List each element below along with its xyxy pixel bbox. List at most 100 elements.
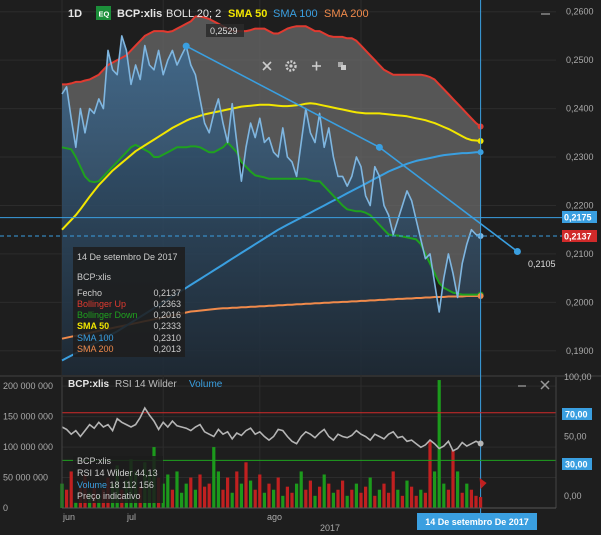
volume-bar xyxy=(262,492,266,508)
price-tooltip: 14 De setembro De 2017 BCP:xlis Fecho 0,2… xyxy=(73,247,185,357)
volume-bar xyxy=(446,489,450,508)
trendline-handle xyxy=(182,42,190,50)
volume-bar xyxy=(341,480,345,508)
eq-badge: EQ xyxy=(99,10,110,19)
trend-end-label: 0,2105 xyxy=(528,259,556,269)
price-tick-label: 0,2600 xyxy=(566,7,594,17)
volume-bar xyxy=(166,474,170,508)
volume-bar xyxy=(203,486,207,508)
rsi-label[interactable]: RSI 14 Wilder xyxy=(115,379,177,390)
volume-bar xyxy=(235,471,239,508)
volume-bar xyxy=(382,483,386,508)
rsi-tick-label: 100,00 xyxy=(564,372,592,382)
volume-bar xyxy=(437,380,441,508)
sma100-label[interactable]: SMA 100 xyxy=(273,8,318,20)
price-tick-label: 0,2300 xyxy=(566,152,594,162)
volume-bar xyxy=(451,450,455,508)
volume-bar xyxy=(396,489,400,508)
price-badge-blue: 0,2175 xyxy=(564,213,592,223)
volume-bar xyxy=(373,495,377,508)
tooltip-row-label: Bollinger Up xyxy=(77,298,127,309)
volume-bar xyxy=(414,495,418,508)
rsi-tick-label: 0,00 xyxy=(564,491,582,501)
symbol-label: BCP:xlis xyxy=(117,8,162,20)
tooltip-row-label: Fecho xyxy=(77,287,103,298)
lower-tooltip-vol: Volume 18 112 156 xyxy=(73,480,163,492)
tooltip-row-value: 0,2363 xyxy=(153,298,181,309)
volume-bar xyxy=(295,483,299,508)
volume-bar xyxy=(350,489,354,508)
price-tick-label: 0,2100 xyxy=(566,249,594,259)
volume-bar xyxy=(405,480,409,508)
sma200-label[interactable]: SMA 200 xyxy=(324,8,369,20)
volume-bar xyxy=(198,474,202,508)
volume-tick-label: 50 000 000 xyxy=(3,473,48,483)
tooltip-row-label: SMA 50 xyxy=(77,321,110,332)
volume-bar xyxy=(419,489,423,508)
volume-bar xyxy=(272,489,276,508)
tooltip-row: Fecho 0,2137 xyxy=(73,288,185,299)
volume-bar xyxy=(239,483,243,508)
volume-bar xyxy=(226,477,230,508)
month-jul: jul xyxy=(126,512,136,522)
volume-bar xyxy=(331,492,335,508)
volume-bar xyxy=(368,477,372,508)
tooltip-row: SMA 50 0,2333 xyxy=(73,321,185,332)
volume-bar xyxy=(364,486,368,508)
volume-bar xyxy=(230,492,234,508)
volume-bar xyxy=(221,489,225,508)
rsi-badge-30: 30,00 xyxy=(565,460,588,470)
tooltip-date: 14 De setembro De 2017 xyxy=(77,252,178,262)
price-tick-label: 0,2200 xyxy=(566,200,594,210)
volume-bar xyxy=(65,489,69,508)
volume-bar xyxy=(354,483,358,508)
volume-bar xyxy=(290,492,294,508)
volume-bar xyxy=(207,483,211,508)
tooltip-row-value: 0,2013 xyxy=(153,344,181,355)
volume-bar xyxy=(391,471,395,508)
volume-tick-label: 0 xyxy=(3,503,8,513)
volume-bar xyxy=(189,477,193,508)
volume-bar xyxy=(212,447,216,508)
tooltip-row-label: SMA 200 xyxy=(77,344,114,355)
volume-bar xyxy=(281,495,285,508)
boll-label[interactable]: BOLL 20; 2 xyxy=(166,8,221,20)
volume-bar xyxy=(442,483,446,508)
volume-bar xyxy=(359,492,363,508)
volume-bar xyxy=(253,489,257,508)
tooltip-row: Bollinger Down 0,2016 xyxy=(73,310,185,321)
volume-bar xyxy=(318,486,322,508)
rsi-tick-label: 50,00 xyxy=(564,432,587,442)
volume-bar xyxy=(276,477,280,508)
volume-bar xyxy=(175,471,179,508)
volume-bar xyxy=(267,483,271,508)
period-label[interactable]: 1D xyxy=(68,8,82,20)
volume-bar xyxy=(327,483,331,508)
volume-tick-label: 100 000 000 xyxy=(3,442,53,452)
volume-bar xyxy=(474,495,478,508)
volume-tick-label: 150 000 000 xyxy=(3,412,53,422)
volume-bar xyxy=(184,483,188,508)
volume-bar xyxy=(216,471,220,508)
volume-bar xyxy=(170,489,174,508)
volume-bar xyxy=(322,474,326,508)
lower-tooltip-vol-value: 18 112 156 xyxy=(109,479,154,490)
volume-bar xyxy=(299,471,303,508)
lower-tooltip-vol-label: Volume xyxy=(77,479,108,490)
volume-bar xyxy=(258,474,262,508)
lower-tooltip-symbol: BCP:xlis xyxy=(77,456,112,466)
price-tick-label: 0,2400 xyxy=(566,104,594,114)
year-label: 2017 xyxy=(320,523,340,533)
volume-bar xyxy=(313,495,317,508)
volume-label[interactable]: Volume xyxy=(189,379,223,390)
tooltip-symbol: BCP:xlis xyxy=(77,272,112,283)
tooltip-row-label: SMA 100 xyxy=(77,332,114,343)
tooltip-rows: Fecho 0,2137 Bollinger Up 0,2363 Bollinger D… xyxy=(73,288,185,356)
volume-bar xyxy=(465,483,469,508)
tooltip-row-value: 0,2333 xyxy=(153,321,181,332)
lower-symbol: BCP:xlis xyxy=(68,379,110,390)
volume-bar xyxy=(193,489,197,508)
tooltip-row-value: 0,2016 xyxy=(153,310,181,321)
sma50-label[interactable]: SMA 50 xyxy=(228,8,267,20)
lower-tooltip-rsi-label: RSI 14 Wilder xyxy=(77,467,133,478)
